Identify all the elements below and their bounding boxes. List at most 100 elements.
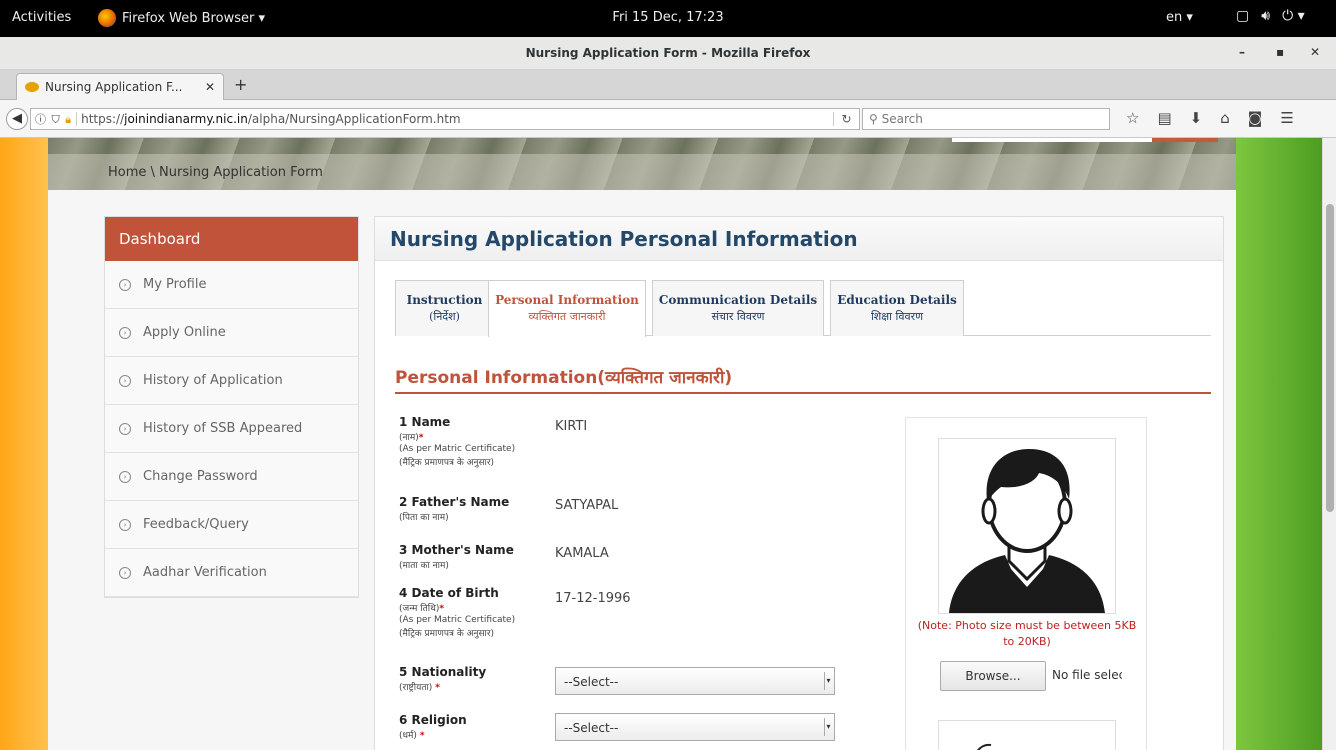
tab-title: Nursing Application F... (45, 80, 183, 94)
reader-list-icon[interactable]: ▤ (1157, 109, 1171, 127)
chevron-circle-icon: › (119, 422, 131, 435)
url-bar[interactable]: ⓘ ⛉ 🔒︎ https://joinindianarmy.nic.in/alp… (30, 108, 860, 130)
mother-name-label: 3 Mother's Name (माता का नाम) (399, 543, 514, 571)
tab-personal-information[interactable]: Personal Information व्यक्तिगत जानकारी (488, 280, 646, 337)
section-divider (395, 392, 1211, 394)
home-icon[interactable]: ⌂ (1220, 109, 1230, 127)
page-content: Home \ Nursing Application Form Dashboar… (48, 138, 1236, 750)
hamburger-menu-icon[interactable]: ☰ (1280, 109, 1293, 127)
dob-value: 17-12-1996 (555, 591, 631, 606)
required-asterisk: * (435, 683, 440, 693)
navigation-toolbar: ◀ ⓘ ⛉ 🔒︎ https://joinindianarmy.nic.in/a… (0, 100, 1336, 138)
chevron-circle-icon: › (119, 470, 131, 483)
nationality-selected: --Select-- (564, 675, 619, 689)
sidebar-item-feedback[interactable]: › Feedback/Query (105, 501, 358, 549)
dob-note: (As per Matric Certificate) (399, 615, 516, 625)
site-search-button[interactable] (1152, 138, 1218, 142)
toolbar-icons: ☆ ▤ ⬇ ⌂ ◙ ☰ (1126, 109, 1294, 127)
browse-button[interactable]: Browse... (940, 661, 1046, 691)
required-asterisk: * (439, 604, 445, 614)
tab-label-hindi: शिक्षा विवरण (870, 310, 924, 323)
clock-label[interactable]: Fri 15 Dec, 17:23 (612, 10, 723, 25)
religion-select[interactable]: --Select-- ▾ (555, 713, 835, 741)
power-icon[interactable]: ⏻ ▾ (1282, 8, 1305, 24)
chevron-circle-icon: › (119, 566, 131, 579)
system-tray[interactable]: ▢ 🔊︎ ⏻ ▾ (1236, 8, 1305, 24)
firefox-logo-icon (98, 9, 116, 27)
download-icon[interactable]: ⬇ (1190, 109, 1203, 127)
url-host: joinindianarmy.nic.in (124, 112, 248, 126)
sidebar-item-label: History of SSB Appeared (143, 421, 303, 436)
page-scrollbar[interactable] (1322, 138, 1336, 750)
nationality-label-hindi: (राष्ट्रीयता) (399, 683, 433, 693)
mother-name-value: KAMALA (555, 546, 609, 561)
url-path: /alpha/NursingApplicationForm.htm (247, 112, 461, 126)
name-value: KIRTI (555, 419, 588, 434)
search-icon: ⚲ (869, 112, 878, 126)
site-favicon-icon (25, 82, 39, 92)
pocket-icon[interactable]: ◙ (1248, 109, 1263, 127)
tab-label-hindi: संचार विवरण (711, 310, 765, 323)
activities-button[interactable]: Activities (12, 10, 71, 25)
search-input[interactable]: ⚲ Search (862, 108, 1110, 130)
sidebar-item-history-of-application[interactable]: › History of Application (105, 357, 358, 405)
father-name-label: 2 Father's Name (पिता का नाम) (399, 495, 509, 523)
sidebar-item-label: Change Password (143, 469, 258, 484)
dob-label-hindi: (जन्म तिथि) (399, 604, 440, 614)
signature-preview (938, 720, 1116, 750)
site-search-input[interactable] (952, 138, 1152, 142)
site-info-icon[interactable]: ⓘ ⛉ 🔒︎ (31, 111, 76, 127)
minimize-icon[interactable]: – (1239, 45, 1245, 59)
bookmark-star-icon[interactable]: ☆ (1126, 109, 1139, 127)
dropdown-arrow-icon: ▾ (824, 718, 832, 736)
form-tabs: Instruction (निर्देश) Personal Informati… (395, 280, 1211, 337)
sidebar-item-my-profile[interactable]: › My Profile (105, 261, 358, 309)
new-tab-icon[interactable]: + (234, 75, 247, 94)
no-file-label: No file selected. (1052, 668, 1122, 682)
nationality-label: 5 Nationality (राष्ट्रीयता) * (399, 665, 486, 693)
sidebar-item-aadhar-verification[interactable]: › Aadhar Verification (105, 549, 358, 597)
system-top-bar: Activities Firefox Web Browser ▾ Fri 15 … (0, 0, 1336, 37)
religion-label-text: 6 Religion (399, 713, 467, 727)
sidebar-item-change-password[interactable]: › Change Password (105, 453, 358, 501)
app-menu[interactable]: Firefox Web Browser ▾ (98, 9, 265, 27)
right-decorative-strip (1236, 138, 1322, 750)
language-indicator[interactable]: en ▾ (1166, 10, 1193, 25)
breadcrumb: Home \ Nursing Application Form (108, 165, 323, 180)
sidebar-item-apply-online[interactable]: › Apply Online (105, 309, 358, 357)
volume-icon[interactable]: 🔊︎ (1261, 8, 1270, 24)
nationality-select[interactable]: --Select-- ▾ (555, 667, 835, 695)
reload-icon[interactable]: ↻ (833, 112, 859, 126)
mother-name-label-text: 3 Mother's Name (399, 543, 514, 557)
tab-close-icon[interactable]: ✕ (205, 80, 215, 94)
dashboard-sidebar: Dashboard › My Profile › Apply Online › His… (104, 216, 359, 598)
sidebar-item-history-of-ssb[interactable]: › History of SSB Appeared (105, 405, 358, 453)
father-name-value: SATYAPAL (555, 498, 619, 513)
window-icon[interactable]: ▢ (1236, 8, 1249, 24)
name-note-hindi: (मैट्रिक प्रमाणपत्र के अनुसार) (399, 458, 495, 468)
name-label-text: 1 Name (399, 415, 451, 429)
url-text[interactable]: https://joinindianarmy.nic.in/alpha/Nurs… (76, 112, 833, 126)
mother-name-label-hindi: (माता का नाम) (399, 561, 449, 571)
browser-tab[interactable]: Nursing Application F... ✕ (16, 73, 224, 100)
name-label-hindi: (नाम) (399, 433, 419, 443)
main-panel: Nursing Application Personal Information… (374, 216, 1224, 750)
father-name-label-hindi: (पिता का नाम) (399, 513, 449, 523)
back-arrow-icon[interactable]: ◀ (6, 108, 28, 130)
page-viewport: Home \ Nursing Application Form Dashboar… (0, 138, 1322, 750)
chevron-circle-icon: › (119, 374, 131, 387)
insecure-lock-icon: 🔒︎ (65, 113, 73, 126)
tab-label-hindi: (निर्देश) (429, 310, 460, 323)
page-title: Nursing Application Personal Information (375, 217, 1223, 261)
sidebar-item-label: Aadhar Verification (143, 565, 267, 580)
maximize-icon[interactable]: ▪ (1276, 45, 1284, 59)
name-note: (As per Matric Certificate) (399, 444, 516, 454)
chevron-circle-icon: › (119, 518, 131, 531)
scrollbar-thumb[interactable] (1326, 204, 1334, 512)
tab-education-details[interactable]: Education Details शिक्षा विवरण (830, 280, 964, 336)
tab-communication-details[interactable]: Communication Details संचार विवरण (652, 280, 824, 336)
app-menu-label: Firefox Web Browser ▾ (122, 10, 265, 26)
tab-instruction[interactable]: Instruction (निर्देश) (395, 280, 494, 336)
close-window-icon[interactable]: ✕ (1310, 45, 1320, 59)
nationality-label-text: 5 Nationality (399, 665, 487, 679)
